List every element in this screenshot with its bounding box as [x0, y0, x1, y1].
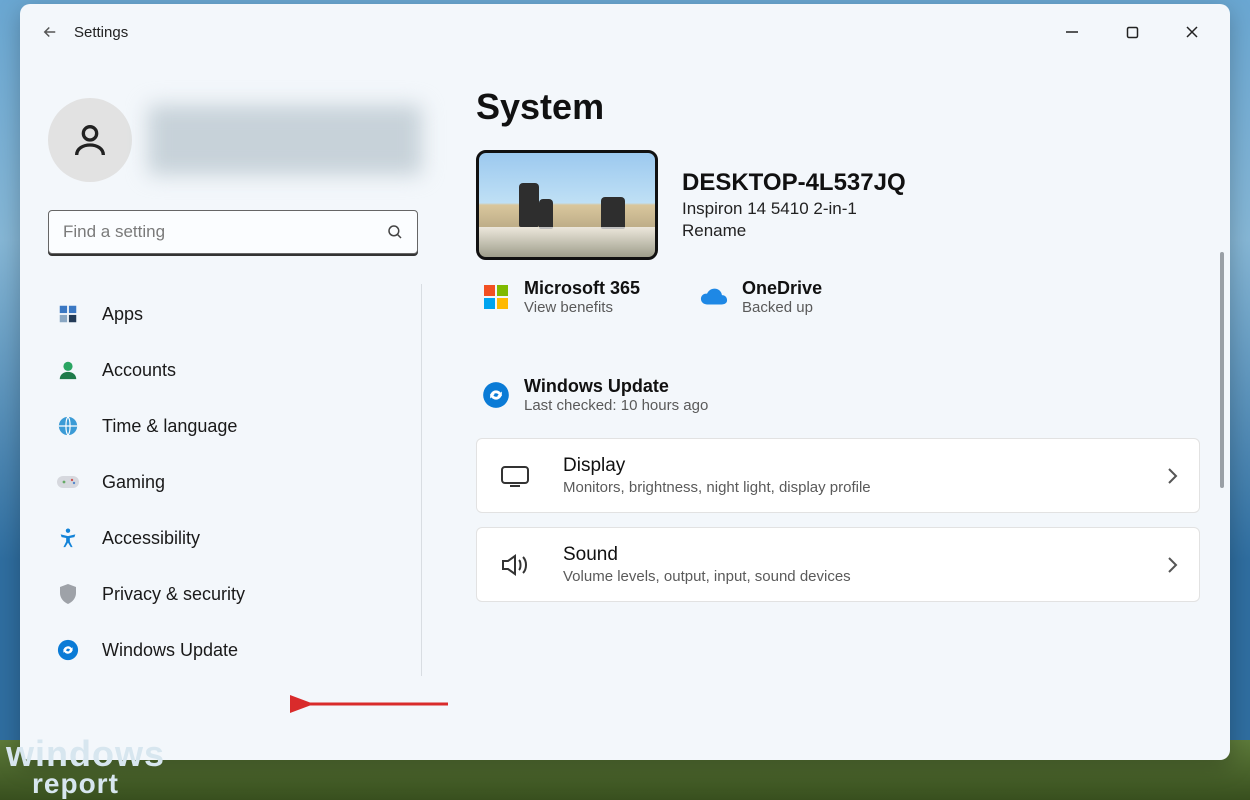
chevron-right-icon	[1165, 555, 1179, 575]
page-title: System	[476, 86, 1200, 128]
sidebar-item-privacy-security[interactable]: Privacy & security	[44, 568, 413, 620]
chevron-right-icon	[1165, 466, 1179, 486]
tile-microsoft-365[interactable]: Microsoft 365 View benefits	[482, 278, 640, 316]
windows-update-icon	[482, 381, 510, 409]
tile-windows-update[interactable]: Windows Update Last checked: 10 hours ag…	[482, 376, 1200, 414]
tile-title: Microsoft 365	[524, 278, 640, 299]
card-display[interactable]: Display Monitors, brightness, night ligh…	[476, 438, 1200, 513]
back-button[interactable]	[32, 14, 68, 50]
sidebar-item-label: Accounts	[102, 360, 176, 381]
display-icon	[497, 465, 533, 487]
sidebar-item-label: Windows Update	[102, 640, 238, 661]
search-input[interactable]	[48, 210, 418, 254]
main-content: System DESKTOP-4L537JQ Inspiron 14 5410 …	[440, 60, 1230, 760]
tile-title: OneDrive	[742, 278, 822, 299]
sidebar-item-apps[interactable]: Apps	[44, 288, 413, 340]
sidebar-item-time-language[interactable]: Time & language	[44, 400, 413, 452]
sidebar-item-gaming[interactable]: Gaming	[44, 456, 413, 508]
sidebar-item-label: Gaming	[102, 472, 165, 493]
annotation-arrow	[300, 694, 450, 714]
microsoft-logo-icon	[482, 283, 510, 311]
sidebar-item-label: Accessibility	[102, 528, 200, 549]
card-title: Display	[563, 455, 871, 477]
settings-cards: Display Monitors, brightness, night ligh…	[476, 438, 1200, 602]
tile-title: Windows Update	[524, 376, 708, 397]
search-icon	[386, 223, 404, 241]
titlebar: Settings	[20, 4, 1230, 60]
accessibility-icon	[56, 526, 80, 550]
sidebar-item-accounts[interactable]: Accounts	[44, 344, 413, 396]
tile-sub: Backed up	[742, 299, 822, 316]
card-sub: Volume levels, output, input, sound devi…	[563, 568, 851, 585]
windows-update-icon	[56, 638, 80, 662]
nav-list: Apps Accounts Time & language	[44, 284, 422, 676]
sidebar-item-label: Privacy & security	[102, 584, 245, 605]
profile-block[interactable]	[44, 60, 422, 206]
tile-onedrive[interactable]: OneDrive Backed up	[700, 278, 822, 316]
device-thumbnail[interactable]	[476, 150, 658, 260]
maximize-button[interactable]	[1114, 14, 1150, 50]
search-box	[48, 210, 418, 254]
tile-sub: View benefits	[524, 299, 640, 316]
status-tiles: Microsoft 365 View benefits OneDrive Bac…	[482, 278, 1200, 414]
sidebar-item-accessibility[interactable]: Accessibility	[44, 512, 413, 564]
device-name: DESKTOP-4L537JQ	[682, 169, 906, 197]
sound-icon	[497, 552, 533, 578]
sidebar-item-label: Time & language	[102, 416, 237, 437]
gaming-icon	[56, 470, 80, 494]
device-model: Inspiron 14 5410 2-in-1	[682, 199, 906, 219]
card-title: Sound	[563, 544, 851, 566]
time-language-icon	[56, 414, 80, 438]
card-sound[interactable]: Sound Volume levels, output, input, soun…	[476, 527, 1200, 602]
accounts-icon	[56, 358, 80, 382]
sidebar-item-windows-update[interactable]: Windows Update	[44, 624, 413, 676]
scrollbar-thumb[interactable]	[1220, 252, 1224, 488]
privacy-security-icon	[56, 582, 80, 606]
close-button[interactable]	[1174, 14, 1210, 50]
app-title: Settings	[74, 24, 128, 41]
profile-name-redacted	[148, 105, 422, 175]
sidebar: Apps Accounts Time & language	[20, 60, 440, 760]
tile-sub: Last checked: 10 hours ago	[524, 397, 708, 414]
apps-icon	[56, 302, 80, 326]
avatar	[48, 98, 132, 182]
sidebar-item-label: Apps	[102, 304, 143, 325]
settings-window: Settings	[20, 4, 1230, 760]
card-sub: Monitors, brightness, night light, displ…	[563, 479, 871, 496]
onedrive-icon	[700, 283, 728, 311]
window-controls	[1054, 14, 1218, 50]
rename-link[interactable]: Rename	[682, 221, 906, 241]
minimize-button[interactable]	[1054, 14, 1090, 50]
person-icon	[70, 120, 110, 160]
device-block: DESKTOP-4L537JQ Inspiron 14 5410 2-in-1 …	[476, 150, 1200, 260]
